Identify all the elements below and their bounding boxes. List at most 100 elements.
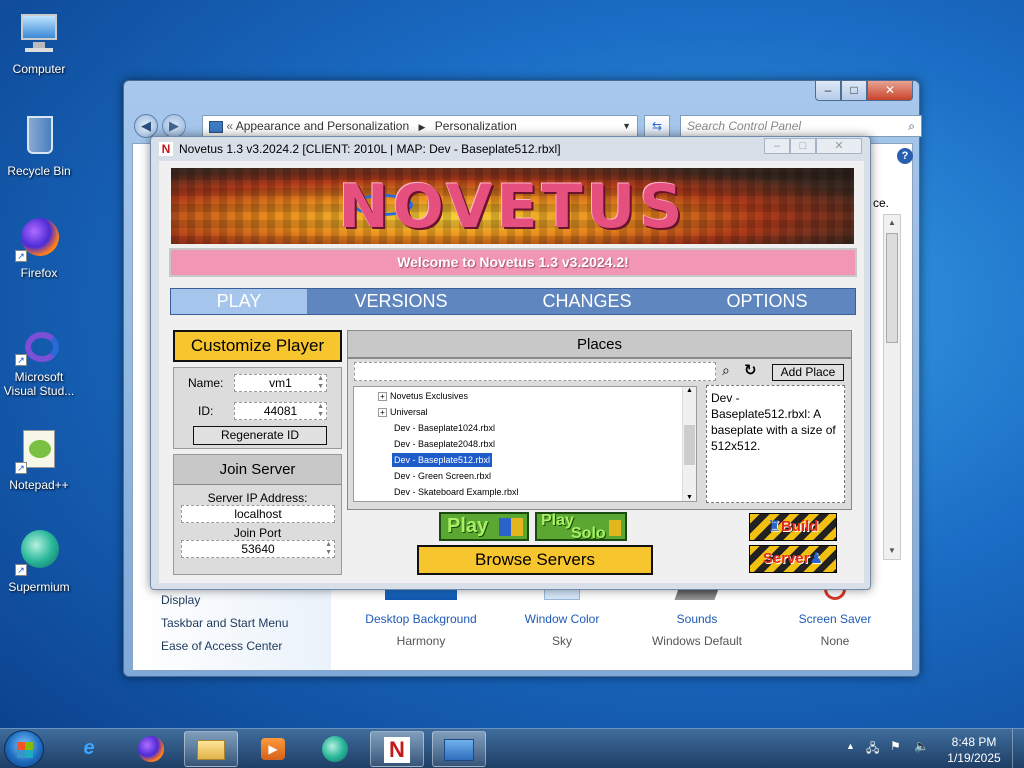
expand-icon[interactable]: + — [378, 392, 387, 402]
name-field[interactable]: vm1 ▲ ▼ — [234, 374, 327, 392]
back-button[interactable]: ◀ — [134, 114, 158, 138]
server-ip-label: Server IP Address: — [207, 491, 308, 505]
tile-sounds[interactable]: Sounds Windows Default — [637, 586, 757, 648]
search-input[interactable]: Search Control Panel ⌕ — [680, 115, 922, 137]
desktop-icon-computer[interactable]: Computer — [1, 10, 77, 76]
windows-logo-icon — [17, 742, 33, 758]
novetus-close-button[interactable]: ✕ — [816, 138, 862, 154]
expand-icon[interactable]: + — [378, 408, 387, 418]
places-search-field[interactable] — [354, 362, 716, 381]
build-button[interactable]: ♜Build — [749, 513, 837, 541]
taskbar: e ▶ N ▲ 🖧 ⚑ 🔈 8:48 PM 1/19/2025 — [0, 728, 1024, 768]
tile-screen-saver[interactable]: Screen Saver None — [775, 586, 895, 648]
tab-options[interactable]: OPTIONS — [681, 289, 853, 314]
link-ease-of-access[interactable]: Ease of Access Center — [161, 639, 282, 653]
name-label: Name: — [188, 376, 224, 390]
add-place-button[interactable]: Add Place — [772, 364, 844, 381]
tree-scrollbar[interactable]: ▲ ▼ — [682, 387, 696, 501]
places-tree[interactable]: + Novetus Exclusives + Universal Dev - Bas… — [353, 386, 697, 502]
novetus-client-area: NOVETUS Welcome to Novetus 1.3 v3.2024.2… — [159, 161, 864, 583]
notepadpp-icon: ↗ — [15, 426, 63, 474]
tile-desktop-background[interactable]: Desktop Background Harmony — [361, 586, 481, 648]
novetus-icon: N — [384, 737, 410, 763]
taskbar-internet-explorer[interactable]: e — [62, 731, 116, 767]
novetus-title-bar[interactable]: N Novetus 1.3 v3.2024.2 [CLIENT: 2010L |… — [151, 137, 870, 161]
tab-play[interactable]: PLAY — [171, 289, 307, 314]
tab-versions[interactable]: VERSIONS — [315, 289, 487, 314]
taskbar-media-player[interactable]: ▶ — [246, 731, 300, 767]
spin-icon: ▲ ▼ — [317, 375, 324, 390]
help-icon[interactable]: ? — [897, 148, 913, 164]
novetus-maximize-button[interactable]: □ — [790, 138, 816, 154]
desktop-icon-firefox[interactable]: ↗ Firefox — [1, 214, 77, 280]
search-placeholder: Search Control Panel — [687, 119, 802, 133]
places-refresh-icon[interactable]: ↻ — [744, 361, 757, 379]
content-scrollbar[interactable]: ▲ ▼ — [883, 214, 901, 560]
tree-item[interactable]: Dev - Skateboard Example.rbxl — [394, 485, 519, 499]
link-taskbar-start-menu[interactable]: Taskbar and Start Menu — [161, 616, 288, 630]
tree-item[interactable]: Dev - Baseplate2048.rbxl — [394, 437, 495, 451]
tab-changes[interactable]: CHANGES — [501, 289, 673, 314]
id-field[interactable]: 44081 ▲ ▼ — [234, 402, 327, 420]
regenerate-id-button[interactable]: Regenerate ID — [193, 426, 327, 445]
address-dropdown-icon[interactable]: ▼ — [622, 116, 631, 136]
close-button[interactable]: ✕ — [867, 81, 913, 101]
tree-item[interactable]: Dev - Baseplate1024.rbxl — [394, 421, 495, 435]
supermium-icon: ↗ — [15, 528, 63, 576]
tile-window-color[interactable]: Window Color Sky — [502, 586, 622, 648]
start-button[interactable] — [4, 730, 44, 768]
scroll-down-icon[interactable]: ▼ — [683, 494, 696, 501]
join-port-field[interactable]: 53640 ▲ ▼ — [181, 540, 335, 558]
scroll-thumb[interactable] — [684, 425, 695, 465]
scroll-down-icon[interactable]: ▼ — [884, 543, 900, 559]
tree-item-selected[interactable]: Dev - Baseplate512.rbxl — [392, 453, 493, 467]
action-center-flag-icon[interactable]: ⚑ — [890, 739, 901, 753]
forward-button[interactable]: ▶ — [162, 114, 186, 138]
desktop-icon-recycle-bin[interactable]: Recycle Bin — [1, 112, 77, 178]
desktop-icon-supermium[interactable]: ↗ Supermium — [1, 528, 77, 594]
breadcrumb-appearance[interactable]: Appearance and Personalization — [236, 119, 409, 133]
server-ip-field[interactable]: localhost — [181, 505, 335, 523]
play-button[interactable]: Play — [439, 512, 529, 541]
link-display[interactable]: Display — [161, 593, 200, 607]
customize-player-button[interactable]: Customize Player — [173, 330, 342, 362]
places-search-icon[interactable]: ⌕ — [722, 362, 730, 379]
novetus-window: N Novetus 1.3 v3.2024.2 [CLIENT: 2010L |… — [150, 136, 871, 590]
breadcrumb-personalization[interactable]: Personalization — [435, 119, 517, 133]
scroll-up-icon[interactable]: ▲ — [884, 215, 900, 231]
taskbar-firefox[interactable] — [124, 731, 178, 767]
play-characters-icon — [499, 518, 523, 536]
maximize-button[interactable]: □ — [841, 81, 867, 101]
show-hidden-icons[interactable]: ▲ — [846, 741, 855, 751]
shortcut-arrow-icon: ↗ — [15, 250, 27, 262]
taskbar-control-panel[interactable] — [432, 731, 486, 767]
play-solo-button[interactable]: Play Solo — [535, 512, 627, 542]
join-server-panel: Join Server Server IP Address: localhost… — [173, 454, 342, 575]
taskbar-novetus[interactable]: N — [370, 731, 424, 767]
network-icon[interactable]: 🖧 — [866, 739, 879, 760]
taskbar-supermium[interactable] — [308, 731, 362, 767]
server-button[interactable]: Server♟ — [749, 545, 837, 573]
tree-node-universal[interactable]: + Universal — [378, 405, 428, 419]
scroll-thumb[interactable] — [886, 233, 898, 343]
desktop-icon-label: Microsoft Visual Stud... — [3, 370, 75, 398]
tree-item[interactable]: Dev - Green Screen.rbxl — [394, 469, 491, 483]
show-desktop-button[interactable] — [1012, 729, 1024, 768]
address-bar[interactable]: « Appearance and Personalization ▶ Perso… — [202, 115, 638, 137]
browse-servers-button[interactable]: Browse Servers — [417, 545, 653, 575]
tree-node-novetus-exclusives[interactable]: + Novetus Exclusives — [378, 389, 468, 403]
volume-icon[interactable]: 🔈 — [914, 739, 929, 753]
scroll-up-icon[interactable]: ▲ — [683, 387, 696, 394]
desktop-icon-visual-studio[interactable]: ↗ Microsoft Visual Stud... — [1, 330, 77, 398]
minimize-button[interactable]: – — [815, 81, 841, 101]
places-header: Places — [347, 330, 852, 358]
desktop-icon-notepadpp[interactable]: ↗ Notepad++ — [1, 426, 77, 492]
search-icon[interactable]: ⌕ — [908, 116, 915, 136]
novetus-banner: NOVETUS — [171, 168, 854, 244]
spin-icon: ▲ ▼ — [317, 403, 324, 418]
novetus-minimize-button[interactable]: – — [764, 138, 790, 154]
refresh-button[interactable]: ⇆ — [644, 115, 670, 137]
clock[interactable]: 8:48 PM 1/19/2025 — [944, 734, 1004, 766]
join-server-header: Join Server — [174, 455, 341, 485]
taskbar-explorer[interactable] — [184, 731, 238, 767]
